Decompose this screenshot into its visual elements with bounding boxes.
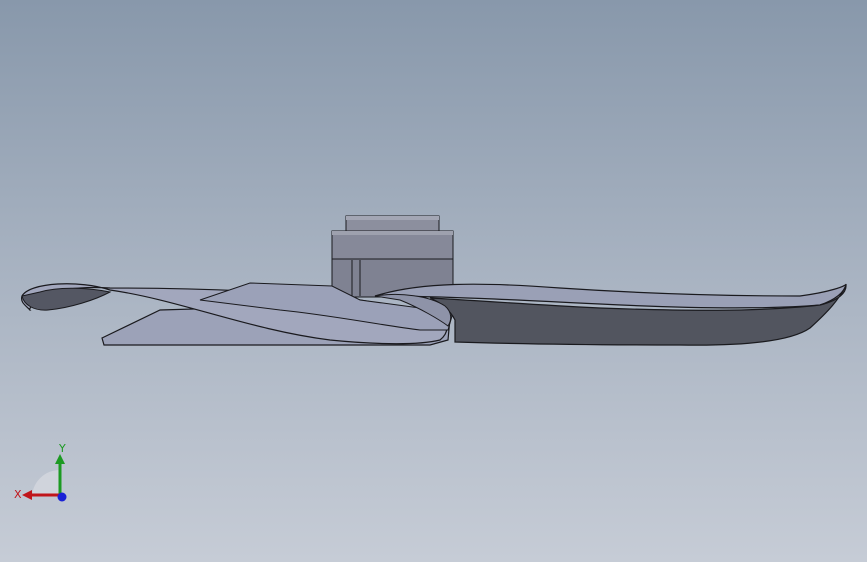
- hub-top-cap-highlight: [346, 216, 439, 220]
- triad-plane-indicator: [32, 469, 60, 495]
- reference-triad: Y X: [14, 442, 67, 502]
- graphics-viewport[interactable]: Y X: [0, 0, 867, 562]
- y-axis-label: Y: [58, 442, 66, 455]
- hub-body[interactable]: [331, 230, 454, 260]
- y-axis-arrow-icon: [55, 454, 65, 464]
- hub-body-highlight: [332, 231, 453, 235]
- z-axis-icon: [57, 492, 67, 502]
- x-axis-label: X: [14, 488, 22, 501]
- x-axis-arrow-icon: [22, 490, 32, 500]
- propeller-model[interactable]: [0, 0, 867, 562]
